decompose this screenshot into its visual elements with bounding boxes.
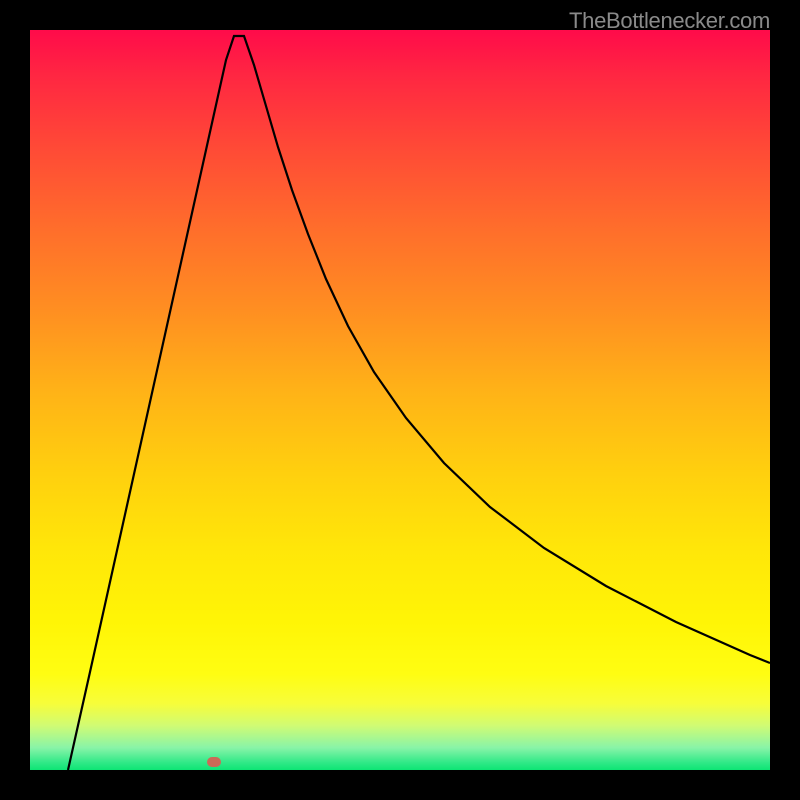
min-marker [207,757,221,767]
chart-frame: TheBottlenecker.com [0,0,800,800]
bottleneck-curve [68,36,770,770]
curve-svg [30,30,770,770]
plot-area [30,30,770,770]
attribution-label: TheBottlenecker.com [569,8,770,34]
